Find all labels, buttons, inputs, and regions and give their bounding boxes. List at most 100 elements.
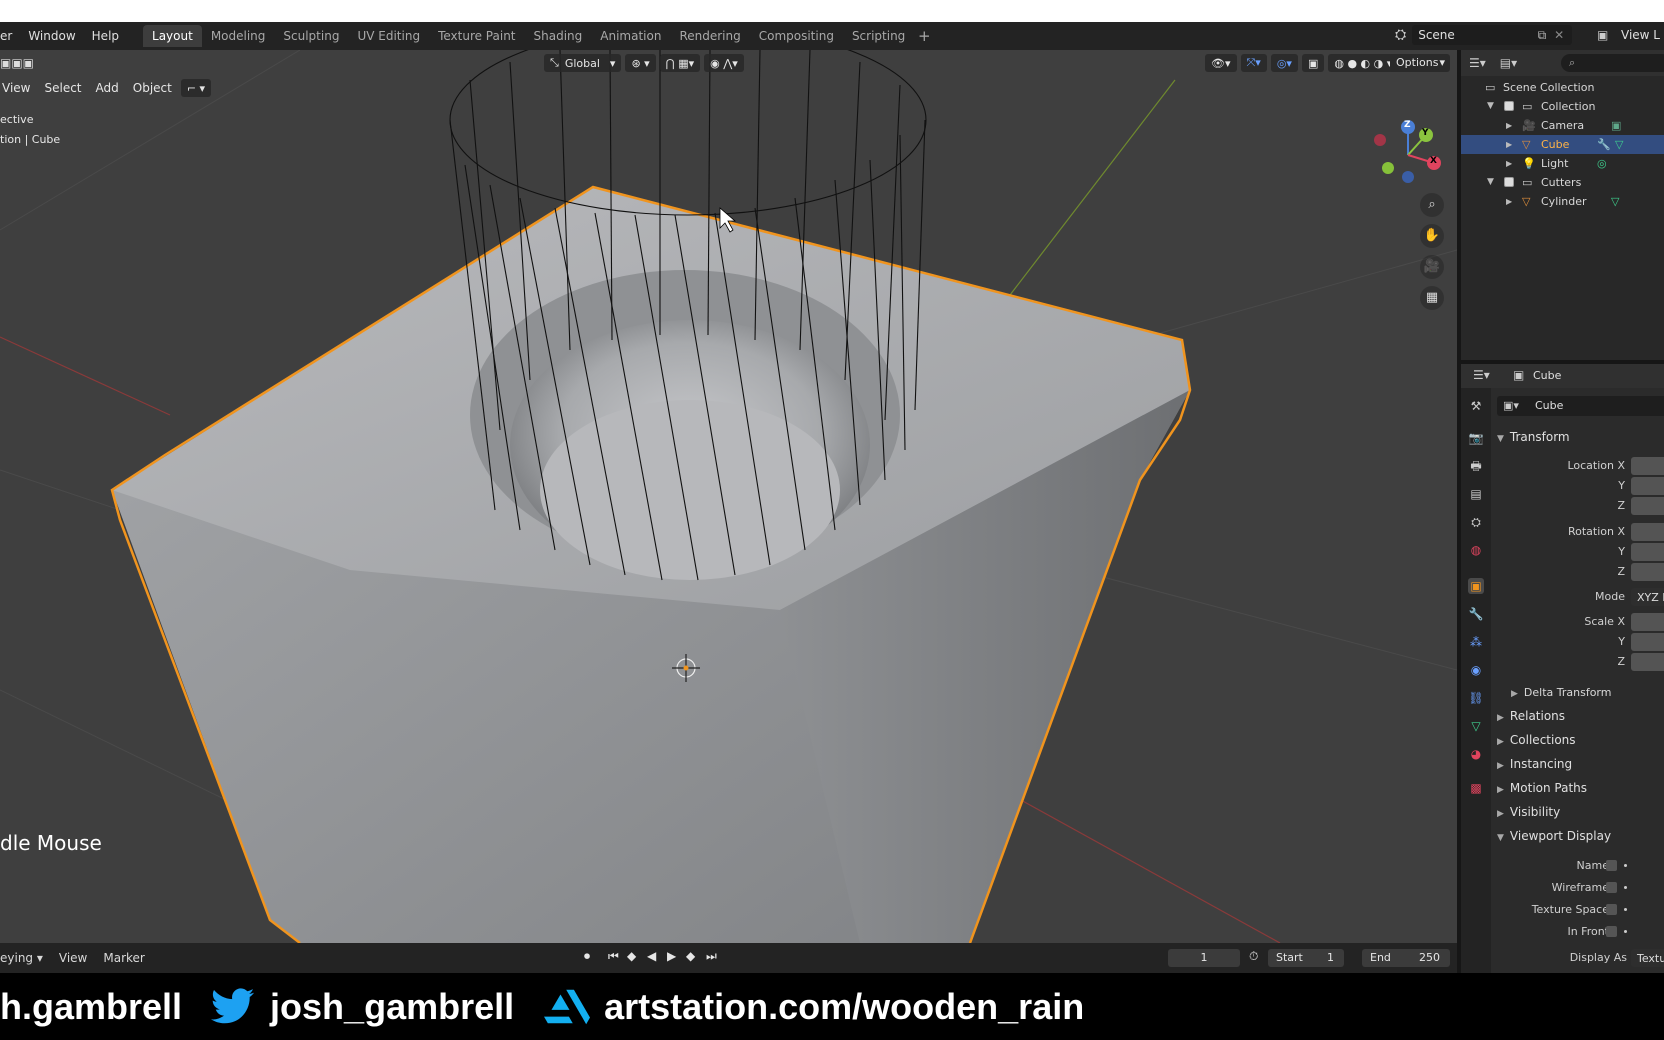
object-tab-icon[interactable]: ▣ bbox=[1468, 578, 1484, 594]
visibility-icon[interactable]: 👁▾ bbox=[1205, 54, 1237, 72]
outliner-row-cylinder[interactable]: ▶ ▽ Cylinder ▽ bbox=[1461, 192, 1664, 211]
rotation-z-field[interactable] bbox=[1631, 563, 1664, 581]
checkbox-icon[interactable] bbox=[1504, 177, 1514, 187]
outliner-row-cube[interactable]: ▶ ▽ Cube 🔧 ▽ bbox=[1461, 135, 1664, 154]
add-workspace-button[interactable]: + bbox=[914, 27, 934, 45]
tab-rendering[interactable]: Rendering bbox=[670, 25, 749, 47]
scale-x-field[interactable] bbox=[1631, 613, 1664, 631]
expand-arrow-icon[interactable]: ▼ bbox=[1487, 173, 1494, 192]
show-texture-space-checkbox[interactable] bbox=[1606, 904, 1617, 915]
particles-tab-icon[interactable]: ⁂ bbox=[1468, 634, 1484, 650]
viewport-display-panel-header[interactable]: ▼ Viewport Display bbox=[1497, 829, 1611, 843]
expand-arrow-icon[interactable]: ▶ bbox=[1506, 154, 1512, 173]
tab-texture-paint[interactable]: Texture Paint bbox=[429, 25, 524, 47]
scene-name-field[interactable]: Scene ⧉ ✕ bbox=[1412, 25, 1573, 45]
play-button[interactable]: ▶ bbox=[667, 949, 676, 963]
tool-tab-icon[interactable]: ⚒ bbox=[1468, 398, 1484, 414]
expand-arrow-icon[interactable]: ▼ bbox=[1487, 97, 1494, 116]
outliner-row-light[interactable]: ▶ 💡 Light ◎ bbox=[1461, 154, 1664, 173]
tab-shading[interactable]: Shading bbox=[525, 25, 592, 47]
next-keyframe-button[interactable]: ◆ bbox=[686, 949, 695, 963]
keying-dropdown[interactable]: eying ▾ bbox=[0, 951, 51, 965]
menu-add[interactable]: Add bbox=[89, 81, 126, 95]
rotation-y-field[interactable] bbox=[1631, 543, 1664, 561]
select-box-icon[interactable]: ▣▣▣ bbox=[0, 56, 34, 70]
prev-keyframe-button[interactable]: ◆ bbox=[627, 949, 636, 963]
location-x-field[interactable] bbox=[1631, 457, 1664, 475]
view-layer-tab-icon[interactable]: ▤ bbox=[1468, 486, 1484, 502]
modifier-wrench-icon[interactable]: 🔧 bbox=[1597, 135, 1611, 154]
close-icon[interactable]: ✕ bbox=[1554, 25, 1564, 45]
expand-arrow-icon[interactable]: ▶ bbox=[1506, 116, 1512, 135]
menu-marker[interactable]: Marker bbox=[95, 951, 152, 965]
location-y-field[interactable] bbox=[1631, 477, 1664, 495]
play-reverse-button[interactable]: ◀ bbox=[647, 949, 656, 963]
display-as-dropdown[interactable]: Textu bbox=[1631, 949, 1664, 967]
tab-scripting[interactable]: Scripting bbox=[843, 25, 914, 47]
proportional-edit-toggle[interactable]: ◉ ⋀▾ bbox=[704, 54, 744, 72]
scale-z-field[interactable] bbox=[1631, 653, 1664, 671]
menu-timeline-view[interactable]: View bbox=[51, 951, 95, 965]
pan-hand-icon[interactable]: ✋ bbox=[1420, 224, 1444, 248]
modifier-tab-icon[interactable]: 🔧 bbox=[1468, 606, 1484, 622]
outliner-row-scene-collection[interactable]: ▭ Scene Collection bbox=[1461, 78, 1664, 97]
tab-sculpting[interactable]: Sculpting bbox=[274, 25, 348, 47]
menu-select[interactable]: Select bbox=[37, 81, 88, 95]
checkbox-icon[interactable] bbox=[1504, 101, 1514, 111]
mesh-data-icon[interactable]: ▽ bbox=[1615, 135, 1623, 154]
gizmo-toggle-icon[interactable]: ⤧▾ bbox=[1240, 54, 1267, 72]
object-name-field[interactable]: ▣▾ Cube bbox=[1497, 396, 1664, 416]
delta-transform-subpanel[interactable]: ▶ Delta Transform bbox=[1511, 686, 1611, 699]
render-tab-icon[interactable]: 📷 bbox=[1468, 430, 1484, 446]
menu-view[interactable]: View bbox=[0, 81, 37, 95]
collections-panel-header[interactable]: ▶ Collections bbox=[1497, 733, 1576, 747]
keyframe-dot[interactable] bbox=[1624, 930, 1627, 933]
editor-type-icon[interactable]: ☰▾ bbox=[1469, 56, 1486, 70]
jump-start-button[interactable]: ⏮ bbox=[608, 949, 619, 964]
show-wireframe-checkbox[interactable] bbox=[1606, 882, 1617, 893]
scene-selector[interactable]: ⛭ Scene ⧉ ✕ bbox=[1395, 25, 1573, 45]
show-name-checkbox[interactable] bbox=[1606, 860, 1617, 871]
menu-help[interactable]: Help bbox=[84, 22, 127, 50]
navigation-gizmo[interactable]: Z Y X bbox=[1370, 115, 1450, 195]
pivot-point-dropdown[interactable]: ⊛ ▾ bbox=[625, 54, 656, 72]
camera-data-icon[interactable]: ▣ bbox=[1611, 116, 1621, 135]
end-frame-field[interactable]: End 250 bbox=[1362, 949, 1450, 967]
menu-render[interactable]: er bbox=[0, 22, 20, 50]
data-tab-icon[interactable]: ▽ bbox=[1468, 718, 1484, 734]
location-z-field[interactable] bbox=[1631, 497, 1664, 515]
overlay-toggle-icon[interactable]: ◎▾ bbox=[1270, 54, 1298, 72]
jump-end-button[interactable]: ⏭ bbox=[706, 949, 717, 964]
current-frame-field[interactable]: 1 bbox=[1168, 949, 1240, 967]
copy-scene-icon[interactable]: ⧉ bbox=[1538, 25, 1547, 45]
visibility-panel-header[interactable]: ▶ Visibility bbox=[1497, 805, 1560, 819]
mesh-data-icon[interactable]: ▽ bbox=[1611, 192, 1619, 211]
start-frame-field[interactable]: Start 1 bbox=[1268, 949, 1344, 967]
shading-mode-group[interactable]: ◍ ● ◐ ◑ ▾ bbox=[1328, 54, 1399, 72]
output-tab-icon[interactable]: 🖶 bbox=[1468, 458, 1484, 474]
rotation-x-field[interactable] bbox=[1631, 523, 1664, 541]
expand-arrow-icon[interactable]: ▶ bbox=[1506, 135, 1512, 154]
expand-arrow-icon[interactable]: ▶ bbox=[1506, 192, 1512, 211]
transform-orientation-dropdown[interactable]: ⤡ Global ▾ bbox=[544, 54, 622, 72]
editor-type-icon[interactable]: ☰▾ bbox=[1473, 368, 1490, 382]
snap-toggle[interactable]: ⋂ ▦▾ bbox=[659, 54, 701, 72]
tab-modeling[interactable]: Modeling bbox=[202, 25, 275, 47]
tab-uv-editing[interactable]: UV Editing bbox=[348, 25, 429, 47]
show-in-front-checkbox[interactable] bbox=[1606, 926, 1617, 937]
outliner-row-collection[interactable]: ▼ ▭ Collection bbox=[1461, 97, 1664, 116]
options-dropdown[interactable]: Options ▾ bbox=[1390, 54, 1450, 72]
keyframe-dot[interactable] bbox=[1624, 886, 1627, 889]
scale-y-field[interactable] bbox=[1631, 633, 1664, 651]
world-tab-icon[interactable]: ◍ bbox=[1468, 542, 1484, 558]
material-tab-icon[interactable]: ◕ bbox=[1468, 746, 1484, 762]
tab-layout[interactable]: Layout bbox=[143, 25, 202, 47]
keyframe-dot[interactable] bbox=[1624, 864, 1627, 867]
instancing-panel-header[interactable]: ▶ Instancing bbox=[1497, 757, 1572, 771]
physics-tab-icon[interactable]: ◉ bbox=[1468, 662, 1484, 678]
motion-paths-panel-header[interactable]: ▶ Motion Paths bbox=[1497, 781, 1587, 795]
ortho-grid-icon[interactable]: ▦ bbox=[1420, 286, 1444, 310]
mode-dropdown[interactable]: ⌐ ▾ bbox=[180, 79, 212, 97]
zoom-icon[interactable]: ⌕ bbox=[1420, 193, 1444, 217]
scene-tab-icon[interactable]: ⛭ bbox=[1468, 514, 1484, 530]
